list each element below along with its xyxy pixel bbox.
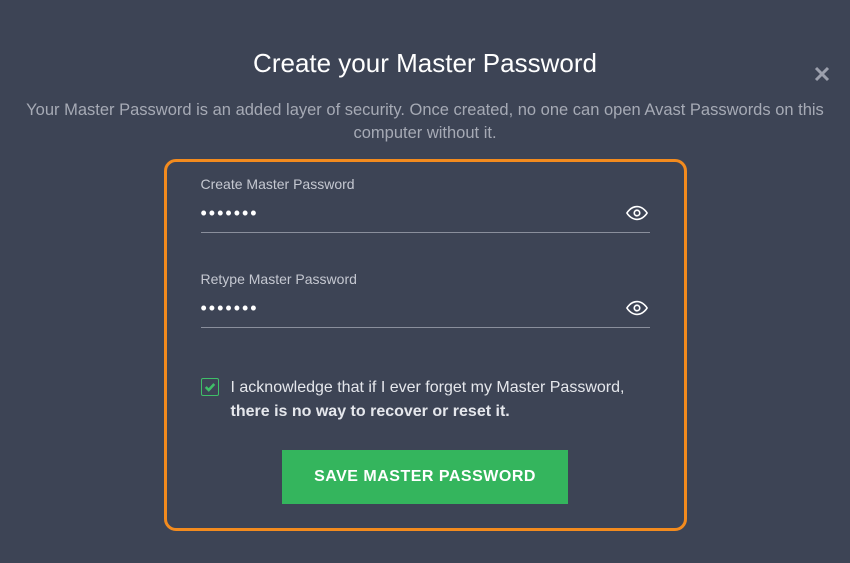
eye-icon [626,297,648,319]
page-title: Create your Master Password [0,48,850,79]
ack-prefix: I acknowledge that if I ever forget my M… [231,379,625,396]
create-password-line [201,196,650,233]
retype-password-field: Retype Master Password [201,271,650,328]
create-password-field: Create Master Password [201,176,650,233]
page-subtitle: Your Master Password is an added layer o… [20,99,830,145]
acknowledge-checkbox[interactable] [201,378,219,396]
acknowledge-text: I acknowledge that if I ever forget my M… [231,376,650,424]
save-master-password-button[interactable]: SAVE MASTER PASSWORD [282,450,568,504]
acknowledge-row: I acknowledge that if I ever forget my M… [201,376,650,424]
retype-password-label: Retype Master Password [201,271,650,287]
retype-password-line [201,291,650,328]
eye-icon [626,202,648,224]
password-form: Create Master Password Retype Master Pas… [164,159,687,531]
close-icon [814,66,830,82]
retype-password-input[interactable] [201,298,624,319]
create-password-input[interactable] [201,203,624,224]
create-password-label: Create Master Password [201,176,650,192]
toggle-visibility-create[interactable] [624,200,650,226]
toggle-visibility-retype[interactable] [624,295,650,321]
close-button[interactable] [810,62,834,86]
ack-bold: there is no way to recover or reset it. [231,403,510,420]
checkmark-icon [204,381,216,393]
